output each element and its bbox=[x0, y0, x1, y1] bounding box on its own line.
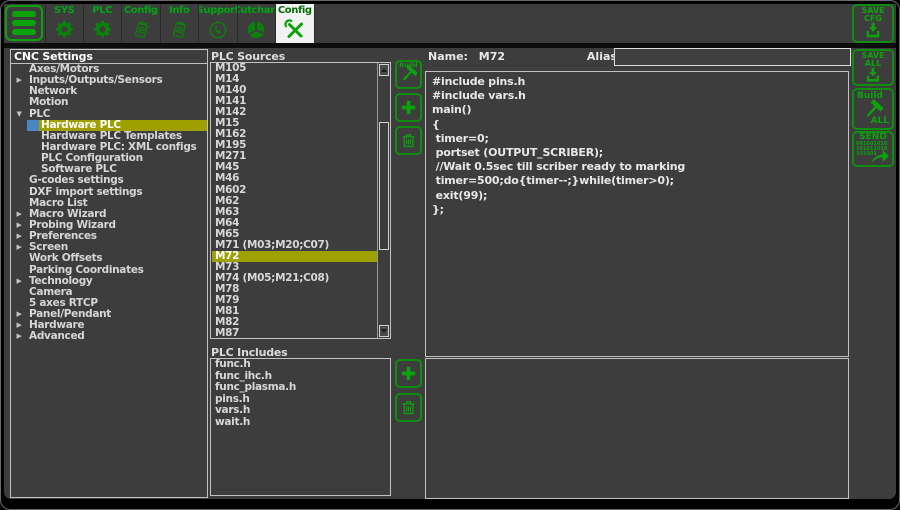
source-name-row: Name: M72 Aliases: bbox=[428, 50, 635, 68]
tree-item-label: Work Offsets bbox=[27, 253, 207, 264]
source-list-item[interactable]: M87 bbox=[212, 328, 377, 338]
app-content: SYS PLC Config Info bbox=[4, 4, 896, 499]
name-label: Name: bbox=[428, 50, 468, 63]
tree-item[interactable]: ▶ Advanced bbox=[11, 331, 207, 342]
tools-icon bbox=[283, 16, 307, 43]
send-button[interactable]: SEND 001001010 101011010 101001 bbox=[852, 131, 894, 167]
tree-expand-icon[interactable]: ▶ bbox=[11, 320, 27, 331]
tree-item-label: Motion bbox=[27, 97, 207, 108]
tree-expand-icon[interactable]: ▶ bbox=[11, 242, 27, 253]
tab-cutchart[interactable]: Cutchart bbox=[238, 4, 277, 43]
aliases-input[interactable] bbox=[614, 48, 851, 66]
plc-includes-list: func.hfunc_ihc.hfunc_plasma.hpins.hvars.… bbox=[210, 358, 391, 496]
tree-expand-icon[interactable]: ▶ bbox=[11, 231, 27, 242]
tree-expand-icon[interactable]: ▶ bbox=[11, 309, 27, 320]
tree-expand-icon[interactable]: ▶ bbox=[11, 276, 27, 287]
tab-sys[interactable]: SYS bbox=[45, 4, 84, 43]
phone-icon bbox=[207, 16, 229, 43]
plus-icon bbox=[399, 98, 418, 117]
tree-expand-icon[interactable]: ▶ bbox=[11, 331, 27, 342]
save-all-button[interactable]: SAVE ALL bbox=[852, 49, 894, 86]
source-list-item[interactable]: M63 bbox=[212, 207, 377, 218]
triangle-up-icon bbox=[381, 68, 387, 72]
build-output-box[interactable] bbox=[425, 358, 849, 499]
save-icon bbox=[854, 67, 892, 84]
save-icon bbox=[854, 22, 892, 40]
code-text[interactable]: #include pins.h #include vars.h main() {… bbox=[426, 72, 848, 220]
app-window: SYS PLC Config Info bbox=[0, 0, 900, 510]
gear-icon bbox=[92, 16, 113, 43]
cnc-settings-header: CNC Settings bbox=[11, 50, 207, 64]
build-all-button[interactable]: Build ALL bbox=[852, 88, 894, 130]
notepad-icon bbox=[130, 16, 152, 43]
tree-item-label: Advanced bbox=[27, 331, 207, 342]
main-menu-button[interactable] bbox=[5, 5, 43, 41]
include-list-item[interactable]: wait.h bbox=[212, 417, 389, 429]
tree-item[interactable]: Work Offsets bbox=[11, 253, 207, 264]
tree-item[interactable]: G-codes settings bbox=[11, 175, 207, 186]
source-list-item[interactable]: M602 bbox=[212, 185, 377, 196]
build-source-button[interactable]: Build bbox=[395, 60, 422, 89]
trash-icon bbox=[399, 398, 418, 417]
tree-expand-icon[interactable]: ▶ bbox=[11, 75, 27, 86]
add-source-button[interactable] bbox=[395, 93, 422, 122]
tree-item-label: DXF import settings bbox=[27, 187, 207, 198]
tree-item-label: G-codes settings bbox=[27, 175, 207, 186]
tree-item-label: Parking Coordinates bbox=[27, 265, 207, 276]
tab-info[interactable]: Info bbox=[161, 4, 200, 43]
tree-item[interactable]: Parking Coordinates bbox=[11, 265, 207, 276]
tree-expand-icon[interactable]: ▶ bbox=[11, 220, 27, 231]
tab-config-notes[interactable]: Config bbox=[122, 4, 161, 43]
triangle-down-icon bbox=[381, 329, 387, 333]
save-cfg-button[interactable]: SAVE CFG bbox=[852, 4, 894, 43]
trash-icon bbox=[399, 131, 418, 150]
delete-include-button[interactable] bbox=[395, 393, 422, 422]
tree-expand-icon[interactable]: ▶ bbox=[11, 209, 27, 220]
plc-sources-list: M105M14M140M141M142M15M162M195M271M45M46… bbox=[210, 62, 391, 339]
send-arrow-icon bbox=[869, 147, 891, 165]
gear-icon bbox=[54, 16, 75, 43]
tree-item[interactable]: Motion bbox=[11, 97, 207, 108]
add-include-button[interactable] bbox=[395, 359, 422, 388]
notepad-icon bbox=[168, 16, 190, 43]
cnc-settings-panel: CNC Settings Axes/Motors ▶ Inputs/Output… bbox=[10, 49, 208, 498]
scroll-down-button[interactable] bbox=[379, 325, 389, 337]
code-editor[interactable]: #include pins.h #include vars.h main() {… bbox=[425, 71, 849, 357]
top-toolbar: SYS PLC Config Info bbox=[4, 4, 896, 48]
name-value: M72 bbox=[479, 50, 505, 63]
tab-config-active[interactable]: Config bbox=[276, 4, 315, 43]
pie-chart-icon bbox=[245, 16, 267, 43]
scroll-thumb[interactable] bbox=[379, 122, 389, 250]
tree-item-label: PLC bbox=[27, 109, 207, 120]
toolbar-tabs: SYS PLC Config Info bbox=[45, 4, 315, 43]
include-list-item[interactable]: func.h bbox=[212, 359, 389, 371]
tab-support[interactable]: Support bbox=[199, 4, 238, 43]
delete-source-button[interactable] bbox=[395, 126, 422, 155]
scroll-up-button[interactable] bbox=[379, 64, 389, 76]
plus-icon bbox=[399, 364, 418, 383]
hamburger-icon bbox=[12, 11, 36, 17]
sources-scrollbar[interactable] bbox=[377, 63, 390, 338]
tab-plc[interactable]: PLC bbox=[84, 4, 123, 43]
source-list-item[interactable]: M62 bbox=[212, 196, 377, 207]
source-list-item[interactable]: M46 bbox=[212, 173, 377, 184]
settings-tree[interactable]: Axes/Motors ▶ Inputs/Outputs/Sensors Net… bbox=[11, 64, 207, 497]
tree-expand-icon[interactable]: ▼ bbox=[11, 109, 27, 120]
